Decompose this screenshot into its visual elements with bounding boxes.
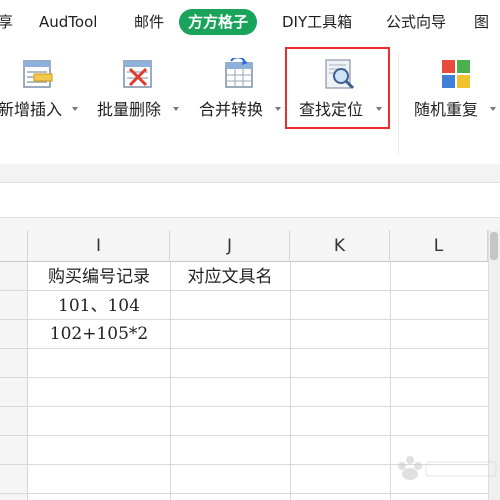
random-repeat-button[interactable]: 随机重复 — [410, 44, 500, 134]
ribbon-separator — [398, 52, 399, 156]
grid-line — [0, 435, 500, 436]
tab-fangfangezi[interactable]: 方方格子 — [179, 9, 258, 35]
highlight-box — [285, 47, 390, 129]
select-all-corner[interactable] — [0, 230, 28, 262]
cell-i1[interactable]: 购买编号记录 — [28, 264, 170, 290]
scrollbar-thumb[interactable] — [490, 232, 498, 260]
grid-line — [170, 262, 171, 500]
column-header-k[interactable]: K — [290, 230, 390, 262]
grid-line — [0, 377, 500, 378]
merge-convert-label: 合并转换 — [199, 100, 264, 119]
delete-rows-icon — [123, 60, 152, 88]
chevron-down-icon — [490, 107, 496, 111]
random-repeat-label: 随机重复 — [414, 100, 479, 119]
grid-line — [0, 348, 500, 349]
grid-line — [290, 262, 291, 500]
column-header-j[interactable]: J — [170, 230, 290, 262]
insert-rows-icon — [23, 60, 53, 88]
tab-formula-wizard[interactable]: 公式向导 — [386, 11, 446, 33]
grid-line — [0, 290, 500, 291]
chevron-down-icon — [72, 107, 78, 111]
tab-mail[interactable]: 邮件 — [134, 11, 164, 33]
insert-button[interactable]: 新增插入 — [0, 44, 85, 134]
sheet-top-gap — [0, 218, 500, 230]
tab-diy-toolbox[interactable]: DIY工具箱 — [282, 11, 352, 33]
toolbar-divider — [0, 164, 500, 182]
cell-j1[interactable]: 对应文具名 — [170, 264, 290, 290]
tab-share[interactable]: 享 — [0, 11, 13, 33]
tab-audtool[interactable]: AudTool — [39, 11, 97, 33]
ribbon-toolbar: 新增插入 批量删除 合并转换 查找定位 随机重复 — [0, 44, 500, 164]
column-header-l[interactable]: L — [390, 230, 488, 262]
column-header-i[interactable]: I — [28, 230, 170, 262]
grid-line — [0, 493, 500, 494]
insert-label: 新增插入 — [0, 100, 63, 119]
cell-i3[interactable]: 102+105*2 — [28, 321, 170, 347]
merge-convert-button[interactable]: 合并转换 — [197, 44, 285, 134]
random-repeat-icon — [442, 60, 470, 88]
menu-tab-bar: 享 AudTool 邮件 方方格子 DIY工具箱 公式向导 图 — [0, 0, 500, 44]
formula-bar[interactable] — [0, 182, 500, 218]
grid-line — [0, 406, 500, 407]
chevron-down-icon — [275, 107, 281, 111]
batch-delete-button[interactable]: 批量删除 — [96, 44, 184, 134]
merge-convert-icon — [225, 58, 253, 88]
batch-delete-label: 批量删除 — [97, 100, 162, 119]
chevron-down-icon — [173, 107, 179, 111]
cell-i2[interactable]: 101、104 — [28, 293, 170, 319]
baidu-jingyan-watermark-logo — [398, 456, 497, 480]
grid-line — [0, 319, 500, 320]
tab-chart[interactable]: 图 — [474, 11, 489, 33]
